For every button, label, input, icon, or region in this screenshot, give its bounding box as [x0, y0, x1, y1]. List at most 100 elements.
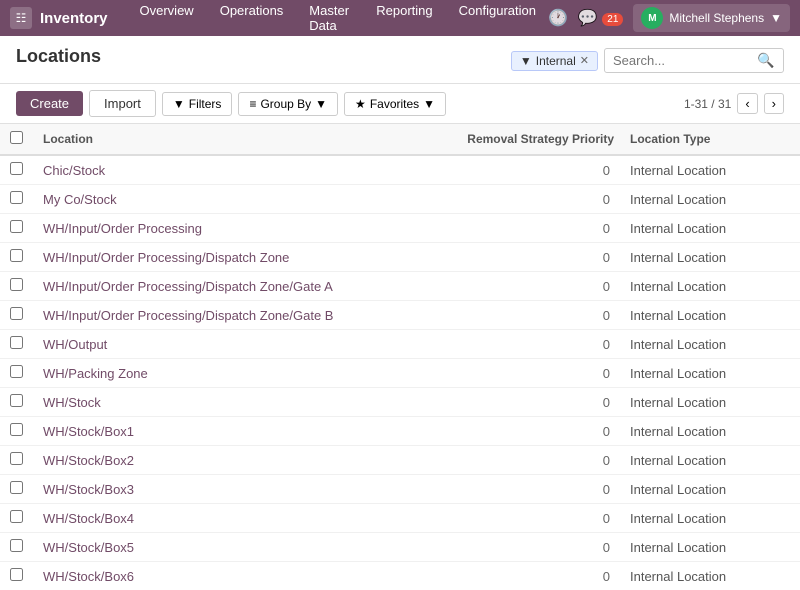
nav-overview[interactable]: Overview — [128, 0, 206, 39]
row-checkbox[interactable] — [10, 568, 23, 581]
location-link[interactable]: WH/Stock/Box3 — [43, 482, 134, 497]
nav-operations[interactable]: Operations — [208, 0, 296, 39]
filter-icon: ▼ — [173, 97, 185, 111]
row-priority: 0 — [418, 359, 620, 388]
location-link[interactable]: WH/Stock/Box4 — [43, 511, 134, 526]
table-row: WH/Input/Order Processing/Dispatch Zone/… — [0, 301, 800, 330]
row-type: Internal Location — [620, 562, 780, 585]
row-checkbox-cell — [0, 388, 33, 417]
search-box: 🔍 — [604, 48, 784, 73]
col-header-location[interactable]: Location — [33, 124, 418, 155]
row-priority: 0 — [418, 417, 620, 446]
pager-next[interactable]: › — [764, 93, 784, 114]
row-checkbox[interactable] — [10, 249, 23, 262]
table-header-row: Location Removal Strategy Priority Locat… — [0, 124, 800, 155]
row-priority: 0 — [418, 301, 620, 330]
table-row: My Co/Stock 0 Internal Location — [0, 185, 800, 214]
nav-links: Overview Operations Master Data Reportin… — [128, 0, 548, 39]
row-location[interactable]: WH/Input/Order Processing — [33, 214, 418, 243]
table-row: WH/Input/Order Processing 0 Internal Loc… — [0, 214, 800, 243]
col-header-check — [0, 124, 33, 155]
import-button[interactable]: Import — [89, 90, 156, 117]
location-link[interactable]: WH/Input/Order Processing/Dispatch Zone/… — [43, 308, 333, 323]
groupby-label: Group By — [260, 97, 311, 111]
row-type: Internal Location — [620, 272, 780, 301]
row-location[interactable]: WH/Stock — [33, 388, 418, 417]
row-location[interactable]: WH/Stock/Box6 — [33, 562, 418, 585]
row-checkbox[interactable] — [10, 278, 23, 291]
row-location[interactable]: WH/Input/Order Processing/Dispatch Zone/… — [33, 272, 418, 301]
location-link[interactable]: WH/Stock/Box2 — [43, 453, 134, 468]
row-location[interactable]: WH/Stock/Box3 — [33, 475, 418, 504]
location-link[interactable]: WH/Input/Order Processing/Dispatch Zone — [43, 250, 289, 265]
row-checkbox[interactable] — [10, 365, 23, 378]
row-checkbox[interactable] — [10, 510, 23, 523]
row-checkbox[interactable] — [10, 162, 23, 175]
table-row: Chic/Stock 0 Internal Location — [0, 155, 800, 185]
row-type: Internal Location — [620, 504, 780, 533]
row-spacer — [780, 185, 800, 214]
clock-icon[interactable]: 🕐 — [548, 8, 568, 28]
groupby-button[interactable]: ≡ Group By ▼ — [238, 92, 338, 116]
favorites-chevron-icon: ▼ — [423, 97, 435, 111]
select-all-checkbox[interactable] — [10, 131, 23, 144]
col-header-priority[interactable]: Removal Strategy Priority — [418, 124, 620, 155]
table-row: WH/Input/Order Processing/Dispatch Zone … — [0, 243, 800, 272]
row-location[interactable]: WH/Stock/Box1 — [33, 417, 418, 446]
row-location[interactable]: WH/Stock/Box5 — [33, 533, 418, 562]
row-checkbox[interactable] — [10, 539, 23, 552]
row-type: Internal Location — [620, 301, 780, 330]
row-checkbox[interactable] — [10, 336, 23, 349]
location-link[interactable]: WH/Stock/Box1 — [43, 424, 134, 439]
row-checkbox[interactable] — [10, 220, 23, 233]
row-checkbox[interactable] — [10, 307, 23, 320]
row-location[interactable]: WH/Output — [33, 330, 418, 359]
location-link[interactable]: Chic/Stock — [43, 163, 105, 178]
location-link[interactable]: My Co/Stock — [43, 192, 117, 207]
row-spacer — [780, 330, 800, 359]
row-checkbox-cell — [0, 417, 33, 446]
row-location[interactable]: WH/Input/Order Processing/Dispatch Zone — [33, 243, 418, 272]
row-checkbox-cell — [0, 562, 33, 585]
location-link[interactable]: WH/Stock/Box6 — [43, 569, 134, 584]
nav-masterdata[interactable]: Master Data — [297, 0, 362, 39]
location-link[interactable]: WH/Stock — [43, 395, 101, 410]
pager-prev[interactable]: ‹ — [737, 93, 757, 114]
location-link[interactable]: WH/Stock/Box5 — [43, 540, 134, 555]
user-chevron-icon: ▼ — [770, 11, 782, 25]
location-link[interactable]: WH/Packing Zone — [43, 366, 148, 381]
row-location[interactable]: WH/Packing Zone — [33, 359, 418, 388]
row-location[interactable]: WH/Input/Order Processing/Dispatch Zone/… — [33, 301, 418, 330]
nav-reporting[interactable]: Reporting — [364, 0, 444, 39]
row-location[interactable]: WH/Stock/Box2 — [33, 446, 418, 475]
favorites-button[interactable]: ★ Favorites ▼ — [344, 92, 446, 116]
location-link[interactable]: WH/Input/Order Processing/Dispatch Zone/… — [43, 279, 333, 294]
row-location[interactable]: My Co/Stock — [33, 185, 418, 214]
filter-tag-internal: ▼ Internal ✕ — [511, 51, 598, 71]
location-link[interactable]: WH/Output — [43, 337, 107, 352]
row-spacer — [780, 475, 800, 504]
user-menu[interactable]: M Mitchell Stephens ▼ — [633, 4, 790, 32]
create-button[interactable]: Create — [16, 91, 83, 116]
row-checkbox[interactable] — [10, 191, 23, 204]
search-icon[interactable]: 🔍 — [757, 52, 774, 69]
row-checkbox-cell — [0, 533, 33, 562]
col-header-type[interactable]: Location Type — [620, 124, 780, 155]
row-location[interactable]: WH/Stock/Box4 — [33, 504, 418, 533]
chat-icon[interactable]: 💬 21 — [578, 8, 624, 28]
row-checkbox[interactable] — [10, 481, 23, 494]
filters-button[interactable]: ▼ Filters — [162, 92, 233, 116]
app-icon: ☷ — [10, 7, 32, 29]
location-link[interactable]: WH/Input/Order Processing — [43, 221, 202, 236]
row-spacer — [780, 301, 800, 330]
filters-label: Filters — [189, 97, 222, 111]
row-checkbox[interactable] — [10, 423, 23, 436]
row-location[interactable]: Chic/Stock — [33, 155, 418, 185]
search-input[interactable] — [613, 53, 753, 68]
groupby-icon: ≡ — [249, 97, 256, 111]
row-checkbox[interactable] — [10, 394, 23, 407]
row-checkbox[interactable] — [10, 452, 23, 465]
filter-tag-close[interactable]: ✕ — [580, 54, 589, 67]
nav-configuration[interactable]: Configuration — [447, 0, 548, 39]
row-checkbox-cell — [0, 214, 33, 243]
